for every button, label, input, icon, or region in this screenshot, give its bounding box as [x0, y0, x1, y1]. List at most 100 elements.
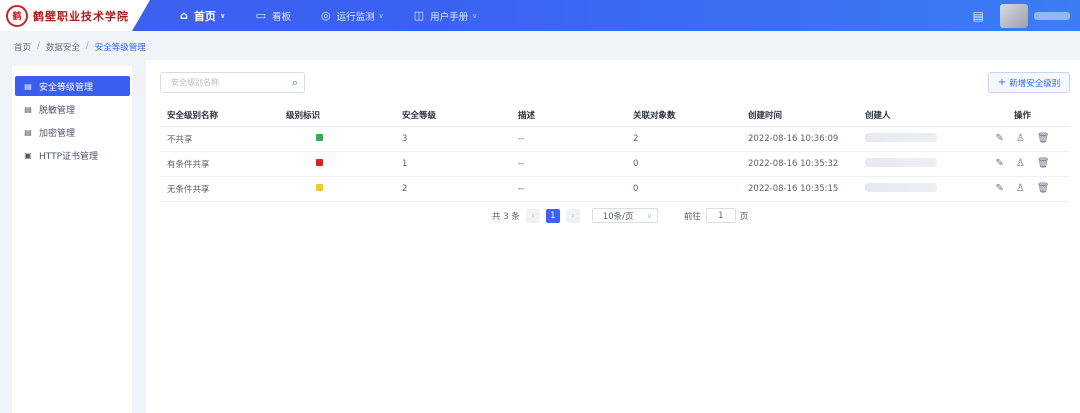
nav-item-label: 运行监测: [336, 11, 375, 23]
chevron-down-icon: ∨: [219, 11, 226, 20]
document-icon[interactable]: ▤: [973, 9, 984, 23]
delete-icon[interactable]: 🗑: [1037, 133, 1050, 144]
breadcrumb-item[interactable]: 数据安全: [46, 41, 80, 53]
cell-color-tag: [279, 151, 395, 177]
cell-level: 2: [395, 176, 511, 202]
certificate-icon: ▣: [24, 150, 32, 160]
cell-created-time: 2022-08-16 10:35:32: [741, 151, 858, 177]
column-header[interactable]: 级别标识: [279, 104, 395, 127]
goto-label: 前往: [683, 211, 701, 222]
add-security-level-button[interactable]: + 新增安全级别: [988, 72, 1070, 93]
column-header[interactable]: 描述: [511, 104, 626, 127]
cell-count: 0: [626, 151, 741, 177]
sidebar-item-security-level[interactable]: ▤ 安全等级管理: [15, 76, 130, 96]
column-header: 操作: [975, 104, 1070, 127]
main-panel: ⌕ + 新增安全级别 安全级别名称 级别标识 安全等级 描述 关联对象数 创建时…: [146, 60, 1080, 413]
list-icon: ▤: [24, 104, 32, 114]
column-header[interactable]: 关联对象数: [626, 104, 741, 127]
table-header-row: 安全级别名称 级别标识 安全等级 描述 关联对象数 创建时间 创建人 操作: [160, 104, 1070, 127]
table-row: 无条件共享 2 -- 0 2022-08-16 10:35:15 ✎ ♙ 🗑: [160, 176, 1070, 202]
edit-icon[interactable]: ✎: [995, 158, 1003, 169]
delete-icon[interactable]: 🗑: [1037, 183, 1050, 194]
sidebar-item-label: HTTP证书管理: [39, 151, 99, 162]
cell-created-time: 2022-08-16 10:36:09: [741, 126, 858, 152]
breadcrumb-item[interactable]: 首页: [14, 41, 31, 53]
cell-color-tag: [279, 176, 395, 202]
pagination-total: 共 3 条: [492, 211, 520, 222]
security-level-table: 安全级别名称 级别标识 安全等级 描述 关联对象数 创建时间 创建人 操作 不共…: [160, 104, 1070, 202]
pagination: 共 3 条 ‹ 1 › 10条/页 ∨ 前往 1 页: [492, 208, 748, 223]
cell-desc: --: [511, 151, 626, 177]
chevron-down-icon: ∨: [378, 11, 384, 20]
avatar[interactable]: [1000, 4, 1028, 28]
cell-level: 1: [395, 151, 511, 177]
column-header[interactable]: 创建人: [858, 104, 975, 127]
cell-level: 3: [395, 126, 511, 152]
home-icon: ⌂: [180, 9, 188, 22]
level-color-dot: [316, 133, 323, 141]
page-size-select[interactable]: 10条/页 ∨: [591, 208, 658, 223]
add-button-label: 新增安全级别: [1009, 78, 1061, 89]
sidebar-item-http-cert[interactable]: ▣ HTTP证书管理: [15, 145, 130, 165]
creator-blurred: [865, 157, 937, 167]
user-assign-icon[interactable]: ♙: [1016, 183, 1025, 194]
edit-icon[interactable]: ✎: [995, 183, 1003, 194]
cell-name: 无条件共享: [160, 176, 279, 202]
nav-item-label: 首页: [193, 9, 216, 23]
nav-item-monitoring[interactable]: ◎ 运行监测 ∨: [321, 9, 384, 23]
creator-blurred: [865, 182, 937, 192]
top-bar: 鹤 鹤壁职业技术学院 ⌂ 首页 ∨ ▭ 看板 ◎ 运行监测 ∨ ◫ 用户手册 ∨…: [0, 0, 1080, 31]
nav-item-label: 看板: [271, 11, 291, 23]
user-area: ▤: [973, 4, 1070, 28]
table-row: 不共享 3 -- 2 2022-08-16 10:36:09 ✎ ♙ 🗑: [160, 126, 1070, 152]
list-icon: ▤: [24, 81, 32, 91]
sidebar-item-label: 脱敏管理: [39, 105, 76, 116]
goto-page-input[interactable]: 1: [705, 208, 736, 223]
breadcrumb-current: 安全等级管理: [94, 43, 146, 53]
delete-icon[interactable]: 🗑: [1037, 158, 1050, 169]
page-size-value: 10条/页: [602, 211, 634, 222]
cell-desc: --: [511, 126, 626, 152]
list-icon: ▤: [24, 127, 32, 137]
edit-icon[interactable]: ✎: [995, 133, 1003, 144]
cell-count: 0: [626, 176, 741, 202]
prev-page-button[interactable]: ‹: [525, 208, 540, 223]
sidebar-item-label: 加密管理: [39, 128, 76, 139]
column-header[interactable]: 创建时间: [741, 104, 858, 127]
creator-blurred: [865, 132, 937, 142]
column-header[interactable]: 安全等级: [395, 104, 511, 127]
next-page-button[interactable]: ›: [565, 208, 580, 223]
nav-item-dashboard[interactable]: ▭ 看板: [256, 9, 291, 23]
logo[interactable]: 鹤 鹤壁职业技术学院: [0, 0, 150, 31]
radar-icon: ◎: [320, 9, 331, 22]
cell-color-tag: [279, 126, 395, 152]
search-input[interactable]: [171, 78, 281, 87]
cell-actions: ✎ ♙ 🗑: [975, 176, 1070, 202]
page-number-current[interactable]: 1: [545, 208, 560, 223]
search-icon[interactable]: ⌕: [292, 76, 298, 90]
sidebar: ▤ 安全等级管理 ▤ 脱敏管理 ▤ 加密管理 ▣ HTTP证书管理: [12, 66, 132, 413]
sidebar-item-encryption[interactable]: ▤ 加密管理: [15, 122, 130, 142]
cell-creator: [858, 176, 975, 202]
user-assign-icon[interactable]: ♙: [1016, 158, 1025, 169]
book-icon: ◫: [413, 9, 425, 22]
chevron-down-icon: ∨: [646, 211, 652, 220]
monitor-icon: ▭: [255, 9, 266, 22]
user-name-blurred[interactable]: [1034, 12, 1070, 20]
nav-item-manual[interactable]: ◫ 用户手册 ∨: [414, 9, 478, 23]
cell-created-time: 2022-08-16 10:35:15: [741, 176, 858, 202]
chevron-down-icon: ∨: [472, 11, 478, 20]
breadcrumb: 首页 / 数据安全 / 安全等级管理: [14, 41, 146, 53]
search-box: ⌕: [160, 72, 305, 93]
cell-name: 不共享: [160, 126, 279, 152]
column-header[interactable]: 安全级别名称: [160, 104, 279, 127]
cell-count: 2: [626, 126, 741, 152]
table-row: 有条件共享 1 -- 0 2022-08-16 10:35:32 ✎ ♙ 🗑: [160, 151, 1070, 177]
level-color-dot: [316, 183, 323, 191]
breadcrumb-separator: /: [37, 41, 40, 51]
logo-seal-icon: 鹤: [6, 4, 28, 27]
sidebar-item-masking[interactable]: ▤ 脱敏管理: [15, 99, 130, 119]
nav-item-home[interactable]: ⌂ 首页 ∨: [180, 8, 226, 24]
user-assign-icon[interactable]: ♙: [1016, 133, 1025, 144]
sidebar-item-label: 安全等级管理: [39, 82, 94, 93]
